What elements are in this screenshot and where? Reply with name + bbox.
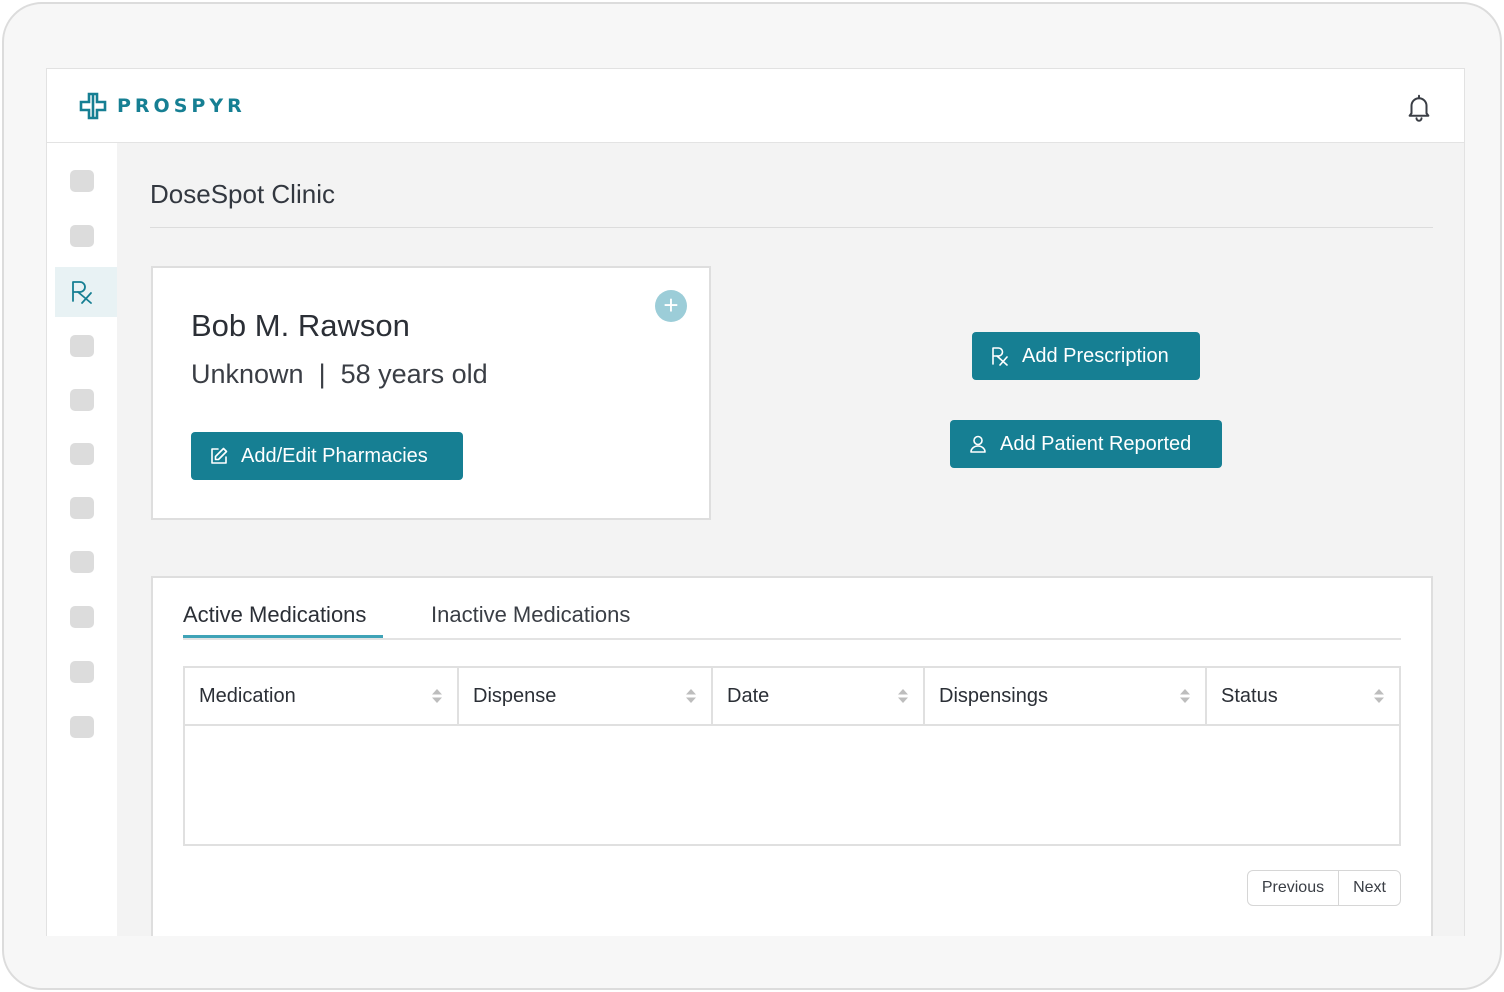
add-prescription-button[interactable]: Add Prescription: [972, 332, 1200, 380]
sidebar-item-8[interactable]: [70, 551, 94, 573]
app-screen: PROSPYR DoseSpot Clinic Bob M. Rawson Un…: [46, 68, 1465, 936]
medications-panel: Active Medications Inactive Medications …: [151, 576, 1433, 936]
column-label: Dispensings: [939, 684, 1048, 707]
patient-age: 58 years old: [340, 359, 488, 389]
medical-cross-logo-icon: [79, 92, 107, 120]
device-frame: PROSPYR DoseSpot Clinic Bob M. Rawson Un…: [2, 2, 1502, 990]
sidebar-item-2[interactable]: [70, 225, 94, 247]
sidebar-item-9[interactable]: [70, 606, 94, 628]
column-label: Status: [1221, 684, 1278, 707]
add-prescription-label: Add Prescription: [1022, 344, 1169, 367]
add-patient-reported-label: Add Patient Reported: [1000, 432, 1192, 455]
sort-icon: [898, 689, 908, 703]
add-patient-reported-button[interactable]: Add Patient Reported: [950, 420, 1222, 468]
column-header-status[interactable]: Status: [1207, 668, 1399, 724]
column-label: Date: [727, 684, 770, 707]
rx-icon: [992, 347, 1008, 366]
add-edit-pharmacies-label: Add/Edit Pharmacies: [241, 444, 428, 467]
sidebar-item-7[interactable]: [70, 497, 94, 519]
plus-icon: +: [663, 290, 679, 320]
previous-page-button[interactable]: Previous: [1248, 871, 1338, 905]
sidebar-item-4[interactable]: [70, 335, 94, 357]
bell-icon[interactable]: [1404, 92, 1434, 122]
tab-active-medications[interactable]: Active Medications: [183, 602, 366, 628]
sidebar-item-10[interactable]: [70, 661, 94, 683]
top-bar: PROSPYR: [47, 69, 1464, 143]
tab-inactive-medications[interactable]: Inactive Medications: [431, 602, 630, 628]
sort-icon: [432, 689, 442, 703]
pagination: Previous Next: [1246, 870, 1401, 906]
rx-icon: [72, 281, 92, 304]
column-label: Medication: [199, 684, 296, 707]
brand-name: PROSPYR: [117, 95, 246, 117]
demographics-separator: |: [318, 359, 326, 389]
patient-gender: Unknown: [191, 359, 304, 389]
sidebar-item-11[interactable]: [70, 716, 94, 738]
medications-table: Medication Dispense Date Dispensings Sta…: [183, 666, 1401, 846]
add-edit-pharmacies-button[interactable]: Add/Edit Pharmacies: [191, 432, 463, 480]
column-label: Dispense: [473, 684, 557, 707]
sort-icon: [1374, 689, 1384, 703]
sort-icon: [1180, 689, 1190, 703]
sidebar-item-5[interactable]: [70, 389, 94, 411]
add-patient-detail-button[interactable]: +: [655, 290, 687, 322]
table-header: Medication Dispense Date Dispensings Sta…: [185, 668, 1399, 726]
patient-demographics: Unknown | 58 years old: [191, 359, 488, 390]
active-tab-indicator: [183, 635, 383, 638]
brand-logo[interactable]: PROSPYR: [79, 92, 246, 120]
column-header-dispense[interactable]: Dispense: [459, 668, 713, 724]
column-header-dispensings[interactable]: Dispensings: [925, 668, 1207, 724]
next-page-button[interactable]: Next: [1338, 871, 1400, 905]
sort-icon: [686, 689, 696, 703]
sidebar-item-6[interactable]: [70, 443, 94, 465]
edit-icon: [211, 447, 228, 464]
sidebar-item-1[interactable]: [70, 170, 94, 192]
patient-name: Bob M. Rawson: [191, 308, 410, 343]
column-header-medication[interactable]: Medication: [185, 668, 459, 724]
column-header-date[interactable]: Date: [713, 668, 925, 724]
patient-card: Bob M. Rawson Unknown | 58 years old + A…: [151, 266, 711, 520]
sidebar: [47, 143, 117, 936]
medication-tabs: Active Medications Inactive Medications: [183, 600, 1401, 640]
user-icon: [970, 435, 986, 453]
page-title: DoseSpot Clinic: [150, 179, 335, 209]
title-divider: [150, 227, 1433, 228]
